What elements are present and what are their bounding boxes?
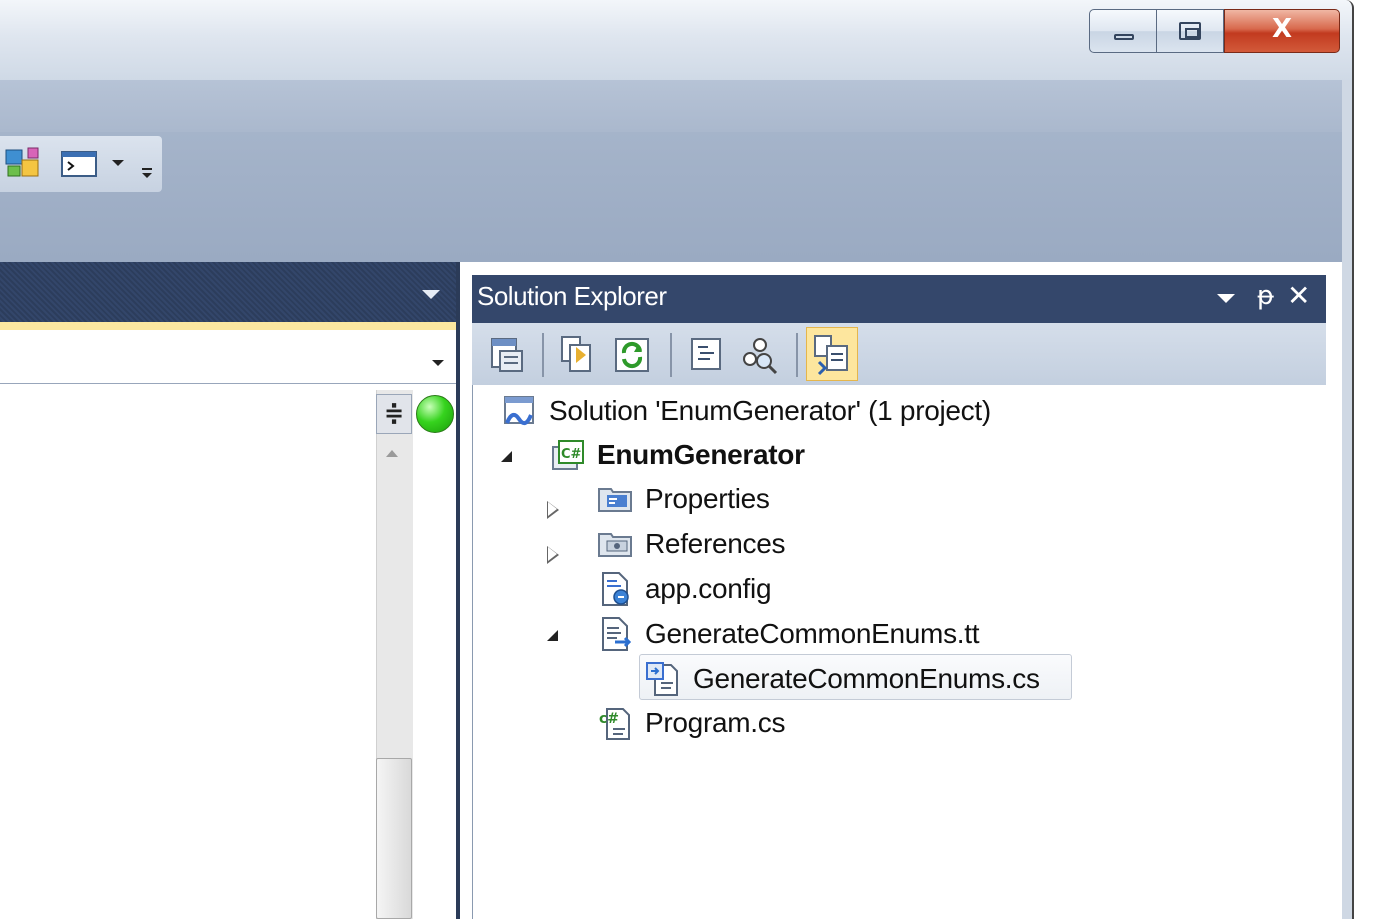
properties-folder-icon xyxy=(598,488,632,512)
csharp-project-icon: C# xyxy=(552,440,584,470)
class-diagram-icon[interactable] xyxy=(4,146,44,182)
tree-node-label: GenerateCommonEnums.tt xyxy=(645,618,980,649)
chevron-down-icon[interactable] xyxy=(432,360,444,366)
document-pane: ≑ xyxy=(0,262,460,919)
tree-node-label: Program.cs xyxy=(645,707,786,738)
generated-code-file-icon xyxy=(646,662,678,696)
show-all-files-icon[interactable] xyxy=(556,333,598,377)
toolbar-overflow-icon[interactable] xyxy=(142,168,156,182)
maximize-icon xyxy=(1179,22,1201,40)
status-indicator-icon xyxy=(416,395,454,433)
editor-splitter[interactable]: ≑ xyxy=(376,394,412,434)
tree-node-label: EnumGenerator xyxy=(597,439,805,470)
panel-title: Solution Explorer xyxy=(477,281,667,311)
document-tab-strip xyxy=(0,262,456,322)
tree-node-label: Solution 'EnumGenerator' (1 project) xyxy=(549,395,991,426)
tree-node-project[interactable]: C# EnumGenerator xyxy=(549,433,805,477)
class-view-icon[interactable] xyxy=(738,333,780,377)
immediate-window-icon[interactable] xyxy=(60,150,100,180)
expander-expanded-icon[interactable] xyxy=(501,451,512,462)
transform-templates-icon xyxy=(814,335,848,376)
chevron-down-icon[interactable] xyxy=(422,290,440,299)
minimize-button[interactable] xyxy=(1089,9,1157,53)
svg-text:c#: c# xyxy=(599,711,619,727)
text-template-icon xyxy=(602,617,632,651)
toolbar-separator xyxy=(542,333,544,377)
tree-node-properties[interactable]: Properties xyxy=(597,477,770,521)
dropdown-arrow-icon[interactable] xyxy=(112,160,124,166)
tree-node-generated-cs-file[interactable]: GenerateCommonEnums.cs xyxy=(645,657,1040,701)
tree-node-label: References xyxy=(645,528,786,559)
tree-node-solution[interactable]: Solution 'EnumGenerator' (1 project) xyxy=(501,389,991,433)
pin-icon[interactable]: ᵽ xyxy=(1257,281,1274,311)
toolbar-separator xyxy=(796,333,798,377)
active-tab-indicator xyxy=(0,322,456,330)
tree-node-references[interactable]: References xyxy=(597,522,785,566)
svg-text:C#: C# xyxy=(561,447,582,462)
window-border xyxy=(1342,80,1354,919)
tree-node-app-config[interactable]: app.config xyxy=(597,567,772,611)
csharp-file-icon: c# xyxy=(599,708,630,740)
references-folder-icon xyxy=(598,533,632,557)
view-code-icon[interactable] xyxy=(686,333,728,377)
transform-templates-button[interactable] xyxy=(806,327,858,381)
scroll-up-icon[interactable] xyxy=(386,450,398,457)
window-position-icon[interactable] xyxy=(1217,294,1235,303)
refresh-icon[interactable] xyxy=(612,333,654,377)
close-window-button[interactable]: X xyxy=(1224,9,1340,53)
maximize-button[interactable] xyxy=(1157,9,1224,53)
properties-icon[interactable] xyxy=(486,333,528,377)
close-icon: X xyxy=(1271,14,1293,44)
close-panel-icon[interactable]: ✕ xyxy=(1287,279,1310,312)
solution-explorer-header: Solution Explorer ᵽ ✕ xyxy=(472,275,1326,323)
tree-node-program-cs[interactable]: c# Program.cs xyxy=(597,701,785,745)
solution-explorer-panel: Solution Explorer ᵽ ✕ Solution 'EnumGene… xyxy=(472,275,1326,919)
toolbar-separator xyxy=(670,333,672,377)
solution-icon xyxy=(504,396,534,426)
tree-node-label: Properties xyxy=(645,483,770,514)
solution-explorer-toolbar xyxy=(472,323,1326,385)
tree-node-template-file[interactable]: GenerateCommonEnums.tt xyxy=(597,612,980,656)
tree-node-label: GenerateCommonEnums.cs xyxy=(693,663,1040,694)
scrollbar-thumb[interactable] xyxy=(376,758,412,919)
menu-bar xyxy=(0,80,1342,132)
member-dropdown[interactable] xyxy=(0,330,456,384)
config-file-icon xyxy=(602,572,629,606)
tree-node-label: app.config xyxy=(645,573,772,604)
minimize-icon xyxy=(1114,34,1134,40)
toolbar-area xyxy=(0,132,1342,262)
solution-tree[interactable]: Solution 'EnumGenerator' (1 project) C# … xyxy=(472,385,1326,919)
toolbar-strip xyxy=(0,136,162,192)
expander-expanded-icon[interactable] xyxy=(547,630,558,641)
